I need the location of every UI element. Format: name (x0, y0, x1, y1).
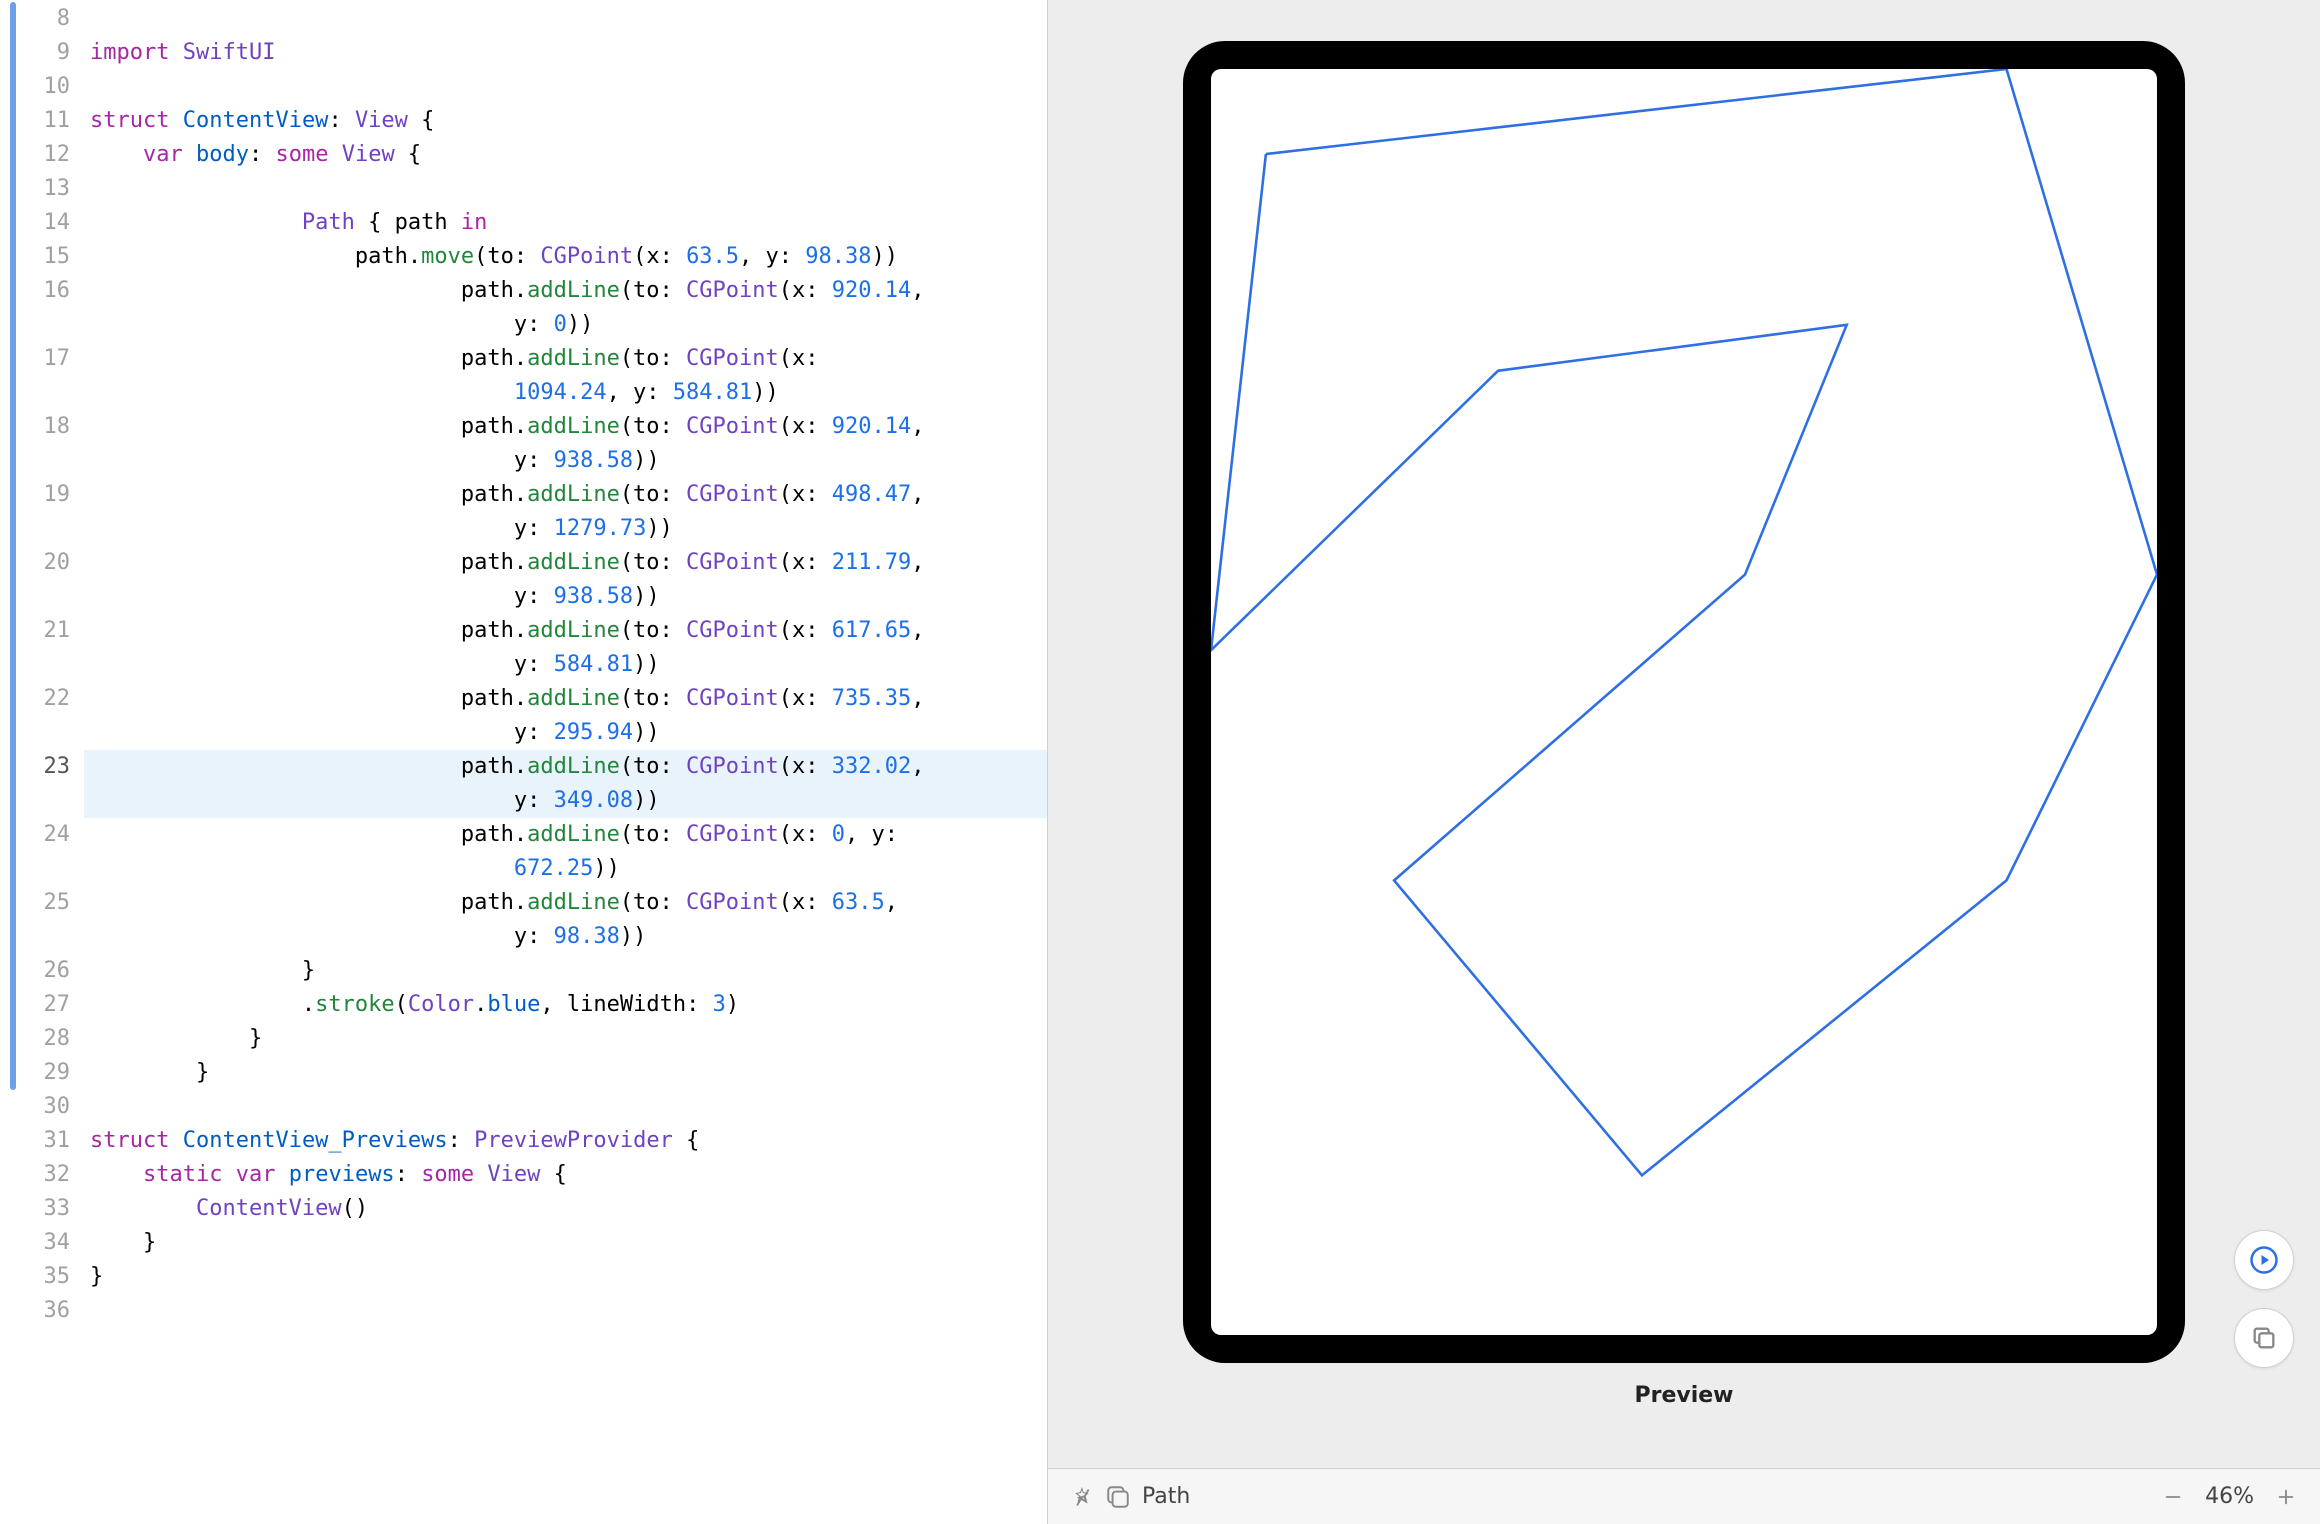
duplicate-preview-button[interactable] (2234, 1308, 2294, 1368)
change-bar (10, 2, 16, 1090)
path-render (1211, 69, 2157, 1335)
zoom-out-button[interactable] (2155, 1479, 2191, 1515)
device-screen (1211, 69, 2157, 1335)
breadcrumb-path[interactable]: Path (1142, 1484, 1190, 1509)
device-frame (1183, 41, 2185, 1363)
zoom-in-button[interactable] (2268, 1479, 2304, 1515)
pin-button[interactable] (1064, 1479, 1100, 1515)
live-preview-button[interactable] (2234, 1230, 2294, 1290)
minus-icon (2162, 1486, 2184, 1508)
preview-label: Preview (1183, 1383, 2185, 1408)
code-content[interactable]: import SwiftUI struct ContentView: View … (90, 0, 1047, 1524)
rectangles-icon (2250, 1324, 2278, 1352)
zoom-level[interactable]: 46% (2205, 1484, 2254, 1509)
editor-pane: 8910111213141516171819202122232425262728… (0, 0, 1048, 1524)
pin-icon (1070, 1485, 1094, 1509)
preview-pane: Preview (1048, 0, 2320, 1524)
layers-button[interactable] (1100, 1479, 1136, 1515)
code-editor[interactable]: 8910111213141516171819202122232425262728… (0, 0, 1047, 1524)
preview-bottom-bar: Path 46% (1048, 1468, 2320, 1524)
preview-canvas-area[interactable]: Preview (1048, 0, 2320, 1468)
zoom-controls: 46% (2155, 1479, 2304, 1515)
layers-icon (1105, 1484, 1131, 1510)
play-icon (2249, 1245, 2279, 1275)
plus-icon (2275, 1486, 2297, 1508)
